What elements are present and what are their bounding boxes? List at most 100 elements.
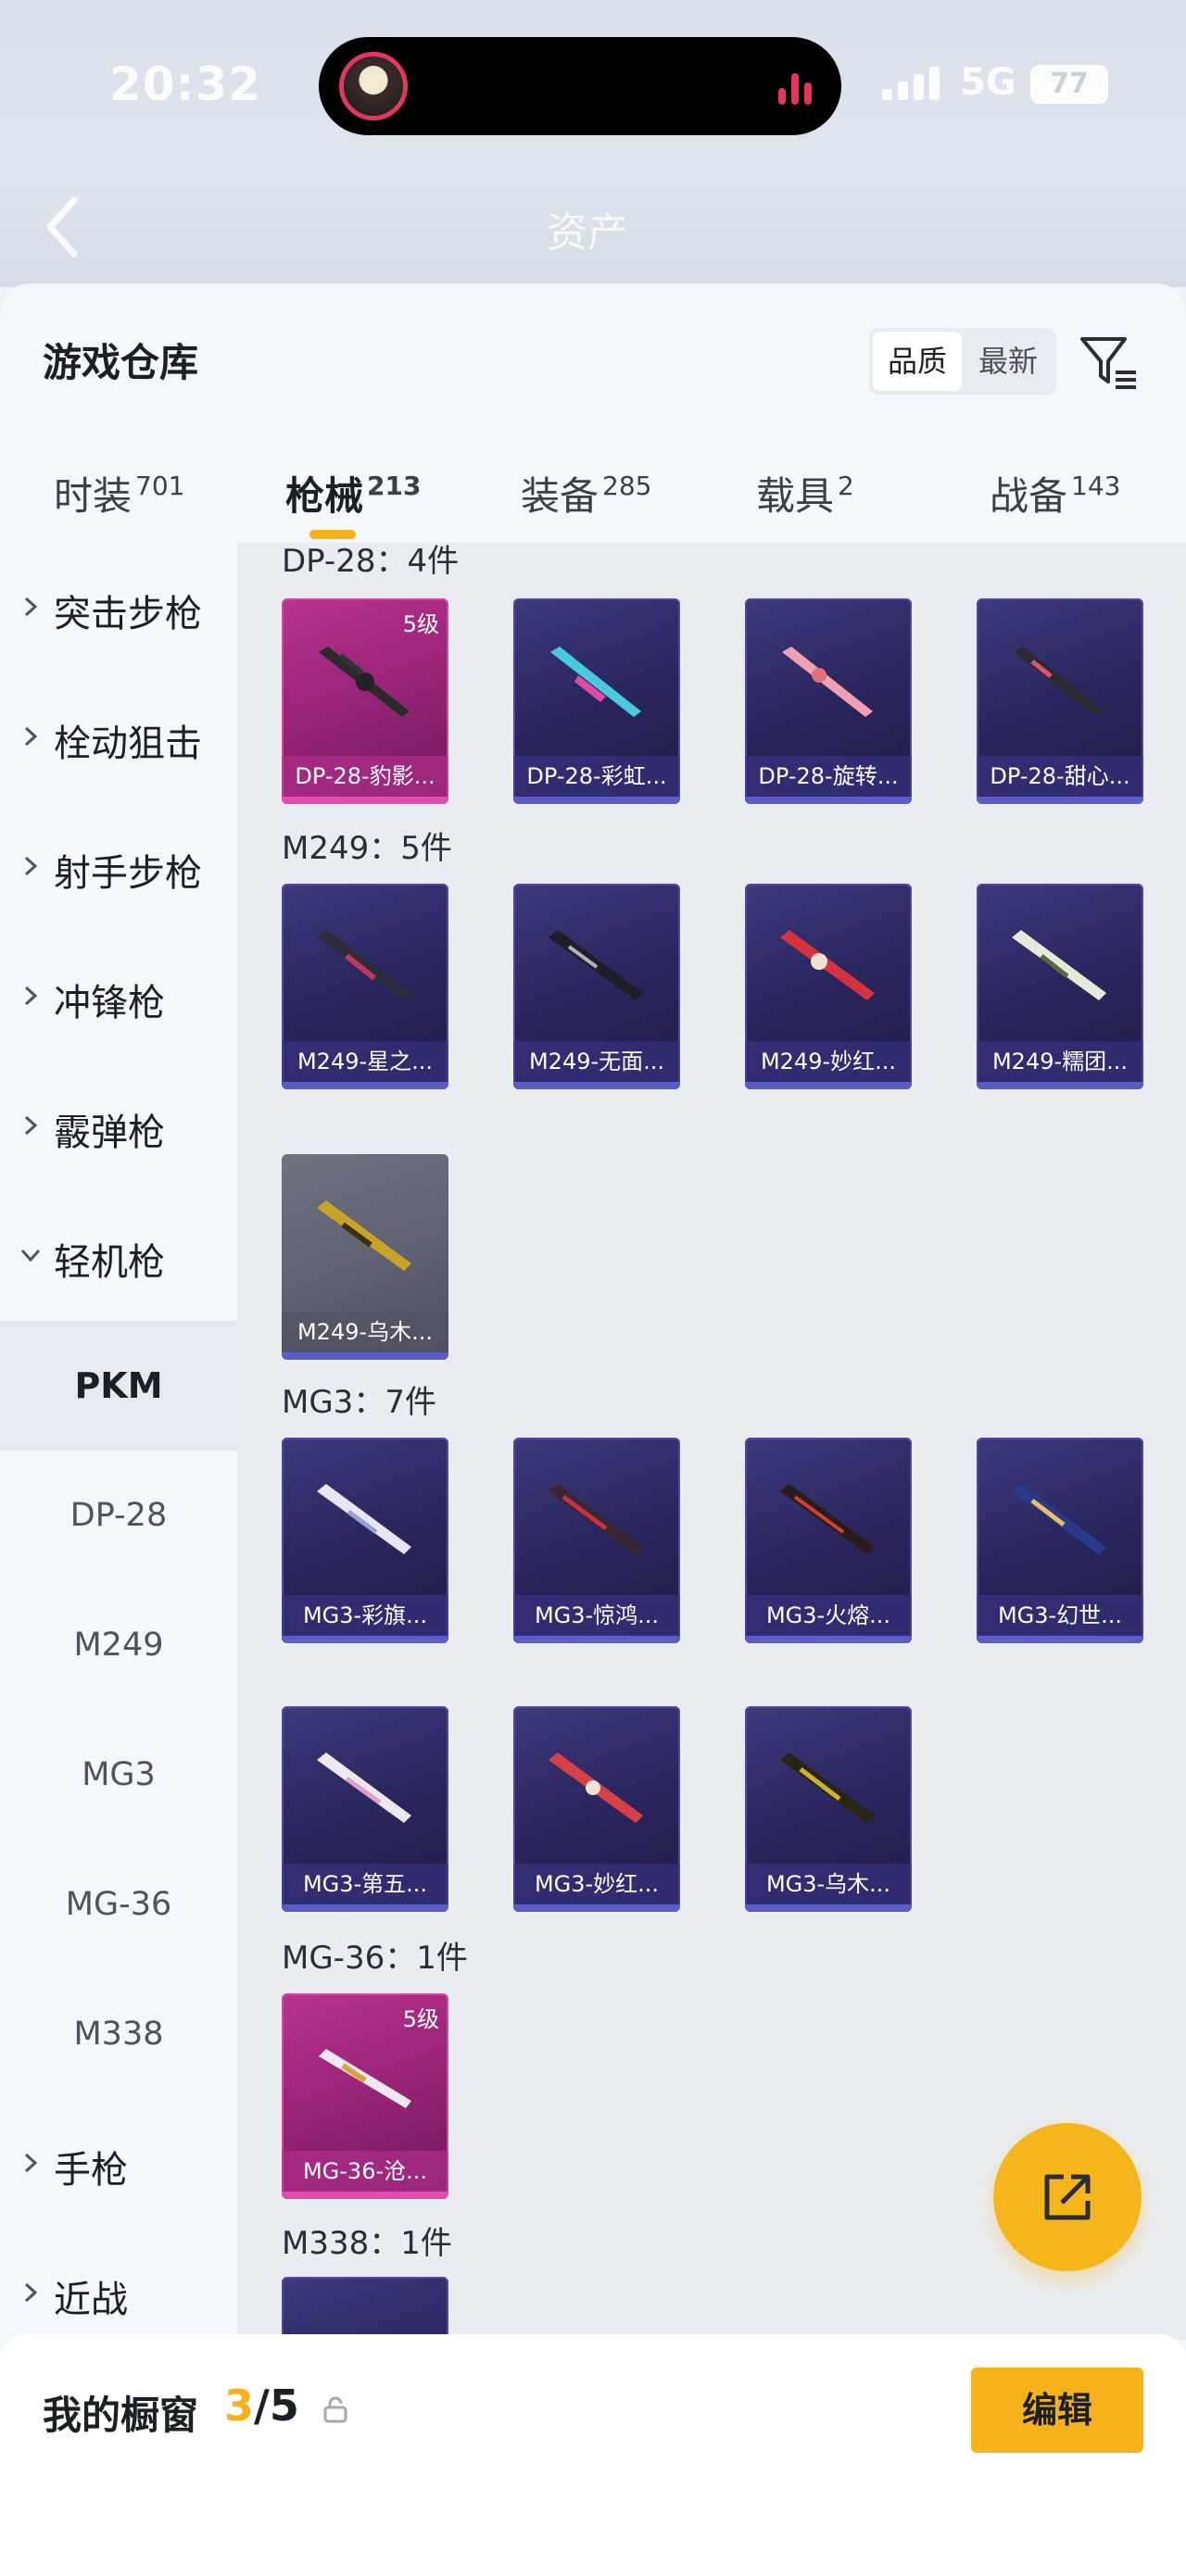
filter-icon[interactable] <box>1077 330 1140 393</box>
sidebar-item-bolt-sniper[interactable]: 栓动狙击 <box>0 672 237 802</box>
sidebar-item-smg[interactable]: 冲锋枪 <box>0 932 237 1062</box>
tab-equipment[interactable]: 装备 285 <box>521 465 651 567</box>
showcase-bar: 我的橱窗 3/5 编辑 <box>0 2334 1186 2576</box>
lmg-skin-icon <box>549 1753 643 1823</box>
item-card[interactable]: M249-糯团... <box>977 884 1143 1089</box>
item-name: MG3-幻世... <box>977 1595 1143 1636</box>
group-title-mg36: MG-36：1件 <box>282 1940 468 1977</box>
lmg-skin-icon <box>549 1484 643 1554</box>
item-name: MG3-火熔... <box>745 1595 912 1636</box>
showcase-count: 3/5 <box>224 2381 299 2431</box>
item-name: MG3-彩旗... <box>282 1595 448 1636</box>
item-card[interactable]: 5级 MG-36-沧... <box>282 1993 448 2199</box>
item-card[interactable]: M249-乌木... <box>282 1154 448 1360</box>
sidebar-sub-pkm[interactable]: PKM <box>0 1321 237 1451</box>
network-label: 5G <box>960 61 1016 104</box>
item-card[interactable]: M249-星之... <box>282 884 448 1089</box>
item-card[interactable]: M249-无面... <box>513 884 680 1089</box>
lmg-skin-icon <box>1012 930 1106 1000</box>
sheet-title: 游戏仓库 <box>43 340 199 385</box>
sidebar-sub-mg36[interactable]: MG-36 <box>0 1840 237 1969</box>
sidebar: 突击步枪 栓动狙击 射手步枪 冲锋枪 霰弹枪 轻机枪 PKM DP-28 M24… <box>0 543 237 2340</box>
sidebar-item-shotgun[interactable]: 霰弹枪 <box>0 1062 237 1191</box>
item-card[interactable]: DP-28-甜心... <box>977 598 1143 804</box>
chevron-right-icon <box>24 597 38 617</box>
lmg-skin-icon <box>780 1484 875 1554</box>
item-name: M249-乌木... <box>282 1312 448 1352</box>
lmg-skin-icon <box>317 930 411 1000</box>
sidebar-item-lmg[interactable]: 轻机枪 <box>0 1191 237 1321</box>
item-name: M249-糯团... <box>977 1041 1143 1082</box>
tab-fashion[interactable]: 时装 701 <box>54 465 184 567</box>
item-name: MG-36-沧... <box>282 2151 448 2192</box>
audio-bars-icon <box>778 68 815 105</box>
group-title-mg3: MG3：7件 <box>282 1384 436 1421</box>
item-card[interactable]: MG3-惊鸿... <box>513 1438 680 1643</box>
active-tab-indicator <box>309 530 356 539</box>
lmg-skin-icon <box>317 1484 411 1554</box>
item-name: MG3-第五... <box>282 1864 448 1904</box>
lmg-skin-icon <box>780 930 875 1000</box>
item-card[interactable]: M249-妙红... <box>745 884 912 1089</box>
chevron-down-icon <box>20 1249 41 1263</box>
chevron-right-icon <box>24 2282 38 2303</box>
lmg-skin-icon <box>550 647 641 717</box>
item-card[interactable]: MG3-火熔... <box>745 1438 912 1643</box>
chevron-right-icon <box>24 856 38 876</box>
sort-latest-button[interactable]: 最新 <box>964 332 1053 391</box>
lmg-skin-icon <box>1012 1484 1106 1554</box>
showcase-title: 我的橱窗 <box>43 2393 199 2438</box>
status-time: 20:32 <box>109 57 262 111</box>
lmg-skin-icon <box>317 1200 411 1271</box>
sidebar-sub-dp28[interactable]: DP-28 <box>0 1451 237 1580</box>
sidebar-sub-m249[interactable]: M249 <box>0 1580 237 1710</box>
lmg-skin-icon <box>549 930 643 1000</box>
share-fab-button[interactable] <box>993 2123 1142 2271</box>
lmg-skin-icon <box>317 1753 411 1823</box>
sidebar-sub-mg3[interactable]: MG3 <box>0 1710 237 1840</box>
tab-supplies[interactable]: 战备 143 <box>990 465 1120 567</box>
sort-quality-button[interactable]: 品质 <box>873 332 962 391</box>
tab-vehicles[interactable]: 载具 2 <box>756 465 854 567</box>
chevron-right-icon <box>24 726 38 747</box>
chevron-right-icon <box>24 1115 38 1136</box>
item-name: MG3-惊鸿... <box>513 1595 680 1636</box>
item-card[interactable] <box>282 2277 448 2340</box>
lock-icon <box>323 2396 347 2423</box>
item-card[interactable]: MG3-乌木... <box>745 1706 912 1912</box>
item-card[interactable]: DP-28-彩虹... <box>513 598 680 804</box>
sidebar-sub-m338[interactable]: M338 <box>0 1969 237 2099</box>
sidebar-item-marksman-rifle[interactable]: 射手步枪 <box>0 802 237 932</box>
item-name: DP-28-甜心... <box>977 756 1143 797</box>
item-name: M249-无面... <box>513 1041 680 1082</box>
edit-button[interactable]: 编辑 <box>971 2368 1143 2453</box>
lmg-skin-icon <box>1014 647 1104 717</box>
share-external-icon <box>1044 2174 1091 2220</box>
item-card[interactable]: MG3-妙红... <box>513 1706 680 1912</box>
item-card[interactable]: MG3-彩旗... <box>282 1438 448 1643</box>
item-name: M249-妙红... <box>745 1041 912 1082</box>
item-name: MG3-乌木... <box>745 1864 912 1904</box>
item-card[interactable]: DP-28-旋转... <box>745 598 912 804</box>
tab-firearms[interactable]: 枪械 213 <box>285 465 421 567</box>
signal-icon <box>882 67 941 100</box>
item-card[interactable]: MG3-幻世... <box>977 1438 1143 1643</box>
lmg-skin-icon <box>782 647 873 717</box>
lmg-skin-icon <box>780 1753 875 1823</box>
chevron-right-icon <box>24 986 38 1006</box>
battery-icon: 77 <box>1030 65 1108 104</box>
sidebar-item-pistol[interactable]: 手枪 <box>0 2099 237 2229</box>
rifle-skin-icon <box>319 2049 411 2108</box>
item-card[interactable]: MG3-第五... <box>282 1706 448 1912</box>
sidebar-item-melee[interactable]: 近战 <box>0 2229 237 2340</box>
item-name: DP-28-旋转... <box>745 756 912 797</box>
item-grid: DP-28：4件 5级 DP-28-豹影... DP-28-彩虹... DP-2… <box>237 543 1186 2340</box>
dynamic-island <box>319 37 841 135</box>
item-card[interactable]: 5级 DP-28-豹影... <box>282 598 448 804</box>
lmg-skin-icon <box>319 647 410 717</box>
sort-toggle: 品质 最新 <box>869 328 1056 395</box>
group-title-m338: M338：1件 <box>282 2225 452 2262</box>
chevron-right-icon <box>24 2153 38 2173</box>
header-title: 资产 <box>547 209 628 257</box>
chevron-left-icon[interactable] <box>43 195 80 259</box>
